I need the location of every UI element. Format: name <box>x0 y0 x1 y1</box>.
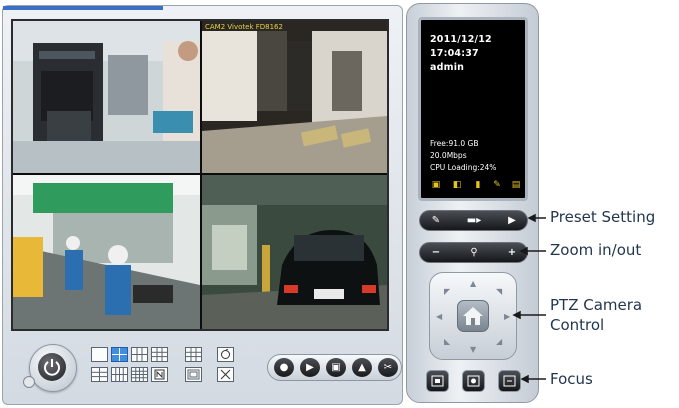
callout-ptz-line1: PTZ Camera <box>550 296 643 314</box>
callout-ptz-line2: Control <box>550 316 605 334</box>
callout-arrows <box>512 213 546 384</box>
callout-preset-setting: Preset Setting <box>550 208 656 226</box>
callout-zoom: Zoom in/out <box>550 241 642 259</box>
callout-focus: Focus <box>550 370 593 388</box>
